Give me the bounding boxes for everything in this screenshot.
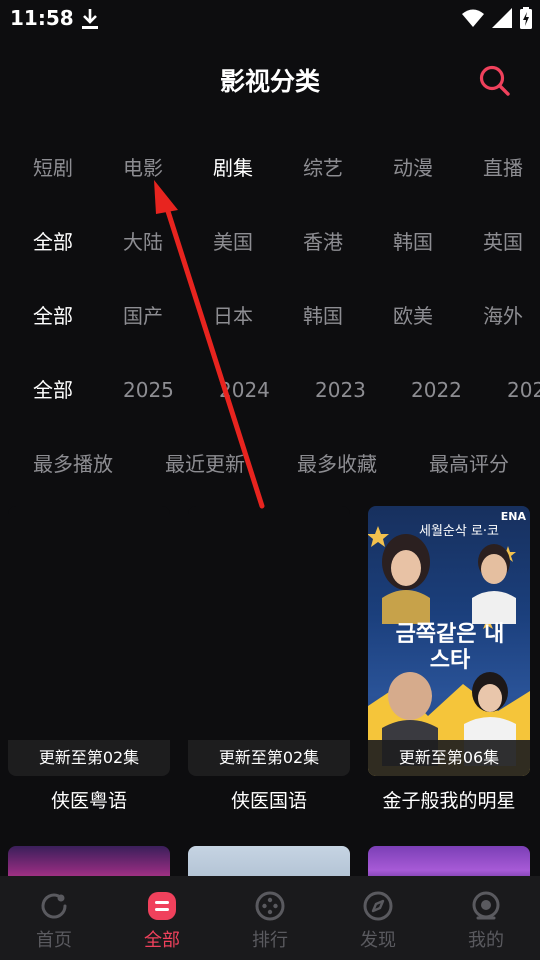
poster-channel-logo: ENA xyxy=(500,510,526,523)
filter-year-chip[interactable]: 2021 xyxy=(507,368,540,412)
filter-sort-chip[interactable]: 最多播放 xyxy=(33,442,113,486)
filter-region-chip[interactable]: 香港 xyxy=(303,220,343,264)
compass-icon xyxy=(363,891,393,921)
home-refresh-icon xyxy=(41,893,67,919)
battery-icon xyxy=(520,7,532,29)
filter-language-chip[interactable]: 欧美 xyxy=(393,294,433,338)
tab-label: 首页 xyxy=(36,930,72,951)
filter-language-chip[interactable]: 海外 xyxy=(483,294,523,338)
profile-icon xyxy=(472,891,500,920)
filter-category-chip[interactable]: 综艺 xyxy=(303,146,343,190)
wifi-icon xyxy=(462,9,484,27)
search-icon xyxy=(479,65,510,96)
film-reel-icon xyxy=(255,891,285,921)
filter-row-year: 全部 2025 2024 2023 2022 2021 xyxy=(0,368,540,412)
filter-year-chip[interactable]: 2024 xyxy=(219,368,270,412)
tab-discover[interactable]: 发现 xyxy=(324,876,432,960)
status-bar: 11:58 xyxy=(0,0,540,36)
filter-year-chip[interactable]: 2023 xyxy=(315,368,366,412)
filter-row-category: 短剧 电影 剧集 综艺 动漫 直播 xyxy=(0,146,540,190)
header: 影视分类 xyxy=(0,50,540,110)
download-icon xyxy=(82,9,98,29)
video-title[interactable]: 侠医粤语 xyxy=(8,786,170,813)
poster-top-text: 세월순삭 로·코 xyxy=(418,524,500,539)
filter-year-chip-selected[interactable]: 全部 xyxy=(33,368,73,412)
filter-region-chip[interactable]: 英国 xyxy=(483,220,523,264)
filter-language-chip-selected[interactable]: 全部 xyxy=(33,294,73,338)
video-title[interactable]: 金子般我的明星 xyxy=(368,786,530,813)
poster-title-text: 금쪽같은 내스타 xyxy=(395,622,505,673)
filter-language-chip[interactable]: 韩国 xyxy=(303,294,343,338)
filter-row-language: 全部 国产 日本 韩国 欧美 海外 xyxy=(0,294,540,338)
tab-all[interactable]: 全部 xyxy=(108,876,216,960)
filter-sort-chip[interactable]: 最近更新 xyxy=(165,442,245,486)
filter-region-chip-selected[interactable]: 全部 xyxy=(33,220,73,264)
filter-sort-chip[interactable]: 最高评分 xyxy=(429,442,509,486)
bottom-tab-bar: 首页 全部 排行 发现 我的 xyxy=(0,876,540,960)
video-poster[interactable] xyxy=(8,506,170,776)
video-title[interactable]: 侠医国语 xyxy=(188,786,350,813)
tab-label: 发现 xyxy=(360,930,396,951)
video-poster[interactable]: 세월순삭 로·코 ENA 금쪽같은 내스타 xyxy=(368,506,530,776)
page-title: 影视分类 xyxy=(219,67,320,96)
update-badge: 更新至第06集 xyxy=(368,740,530,776)
update-badge: 更新至第02集 xyxy=(8,740,170,776)
tab-label: 全部 xyxy=(144,930,180,951)
filter-region-chip[interactable]: 大陆 xyxy=(123,220,163,264)
tab-home[interactable]: 首页 xyxy=(0,876,108,960)
update-badge: 更新至第02集 xyxy=(188,740,350,776)
filter-language-chip[interactable]: 国产 xyxy=(123,294,163,338)
filter-sort-chip[interactable]: 最多收藏 xyxy=(297,442,377,486)
category-list-icon xyxy=(148,892,176,920)
tab-label: 排行 xyxy=(252,930,288,951)
filter-year-chip[interactable]: 2025 xyxy=(123,368,174,412)
filter-category-chip[interactable]: 短剧 xyxy=(33,146,73,190)
system-icons xyxy=(462,7,532,29)
filter-category-chip[interactable]: 电影 xyxy=(123,146,163,190)
signal-icon xyxy=(492,8,512,28)
filter-category-chip[interactable]: 直播 xyxy=(483,146,523,190)
tab-label: 我的 xyxy=(468,930,504,951)
filter-row-sort: 最多播放 最近更新 最多收藏 最高评分 xyxy=(0,442,540,486)
filter-region-chip[interactable]: 韩国 xyxy=(393,220,433,264)
video-poster[interactable] xyxy=(188,506,350,776)
search-button[interactable] xyxy=(476,62,512,98)
filter-row-region: 全部 大陆 美国 香港 韩国 英国 xyxy=(0,220,540,264)
filter-year-chip[interactable]: 2022 xyxy=(411,368,462,412)
filter-category-chip-selected[interactable]: 剧集 xyxy=(213,146,253,190)
filter-region-chip[interactable]: 美国 xyxy=(213,220,253,264)
tab-profile[interactable]: 我的 xyxy=(432,876,540,960)
tab-ranking[interactable]: 排行 xyxy=(216,876,324,960)
filter-language-chip[interactable]: 日本 xyxy=(213,294,253,338)
status-time: 11:58 xyxy=(10,6,74,30)
filter-category-chip[interactable]: 动漫 xyxy=(393,146,433,190)
